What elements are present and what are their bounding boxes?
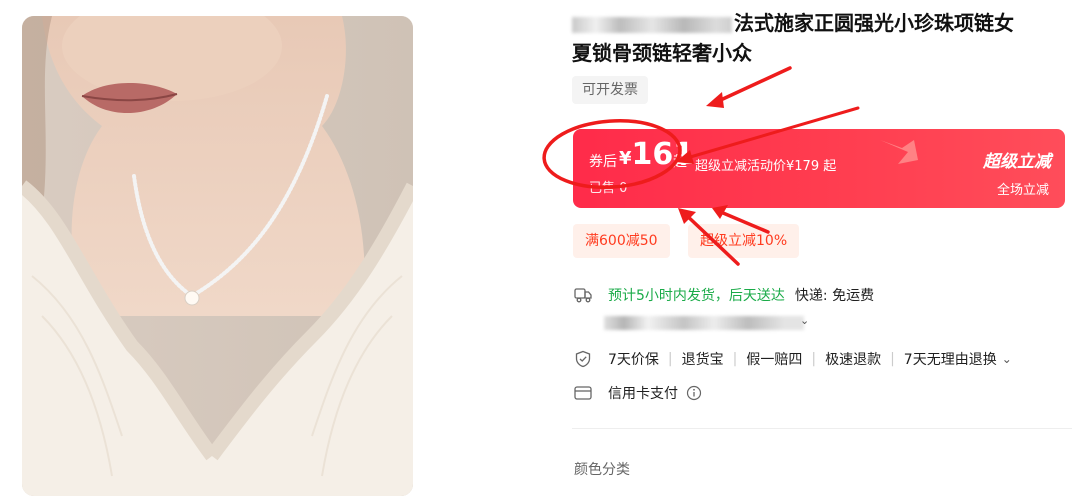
price-card: 券后 ¥161 起 超级立减活动价¥179 起 已售 0 超级立减 全场立减	[573, 129, 1065, 208]
redacted-brand	[572, 16, 732, 33]
currency-symbol: ¥	[619, 148, 632, 169]
card-icon	[574, 386, 596, 400]
necklace-photo	[22, 16, 413, 496]
redacted-address[interactable]	[604, 316, 804, 330]
product-title: 法式施家正圆强光小珍珠项链女 夏锁骨颈链轻奢小众	[572, 8, 1072, 68]
info-icon[interactable]	[686, 385, 702, 401]
payment-label: 信用卡支付	[608, 386, 678, 402]
activity-price: 超级立减活动价¥179 起	[695, 159, 837, 174]
service-item: 7天无理由退换	[903, 352, 997, 368]
sold-count: 已售 0	[589, 181, 628, 196]
color-category-label: 颜色分类	[574, 462, 630, 478]
price-label: 券后	[589, 154, 617, 170]
divider: |	[667, 351, 673, 367]
divider: |	[732, 351, 738, 367]
title-line-2: 夏锁骨颈链轻奢小众	[572, 41, 752, 65]
payment-row: 信用卡支付	[574, 383, 702, 403]
title-line-1: 法式施家正圆强光小珍珠项链女	[734, 11, 1014, 35]
truck-icon	[574, 287, 596, 303]
coupon-tag[interactable]: 超级立减10%	[688, 224, 800, 258]
price-suffix: 起	[673, 154, 687, 170]
shipping-row: 预计5小时内发货，后天送达 快递: 免运费	[574, 285, 874, 305]
divider: |	[890, 351, 895, 367]
service-item: 7天价保	[608, 352, 659, 368]
invoice-tag: 可开发票	[572, 76, 648, 104]
super-discount-badge: 超级立减	[983, 152, 1051, 172]
service-item: 退货宝	[681, 352, 724, 368]
annotation-arrow	[710, 66, 792, 106]
divider: |	[811, 351, 817, 367]
service-item: 极速退款	[825, 352, 882, 368]
shield-icon	[574, 350, 596, 368]
shipping-courier: 快递: 免运费	[794, 288, 875, 304]
service-guarantees[interactable]: 7天价保 | 退货宝 | 假一赔四 | 极速退款 | 7天无理由退换 ⌄	[574, 349, 1012, 369]
service-item: 假一赔四	[746, 352, 803, 368]
chevron-down-icon[interactable]: ⌄	[1002, 352, 1012, 366]
product-image	[22, 16, 413, 496]
coupon-tag[interactable]: 满600减50	[573, 224, 670, 258]
store-wide-label: 全场立减	[996, 183, 1049, 198]
section-divider	[572, 428, 1072, 429]
chevron-down-icon[interactable]: ⌄	[800, 314, 809, 327]
shipping-eta: 预计5小时内发货，后天送达	[608, 288, 785, 304]
